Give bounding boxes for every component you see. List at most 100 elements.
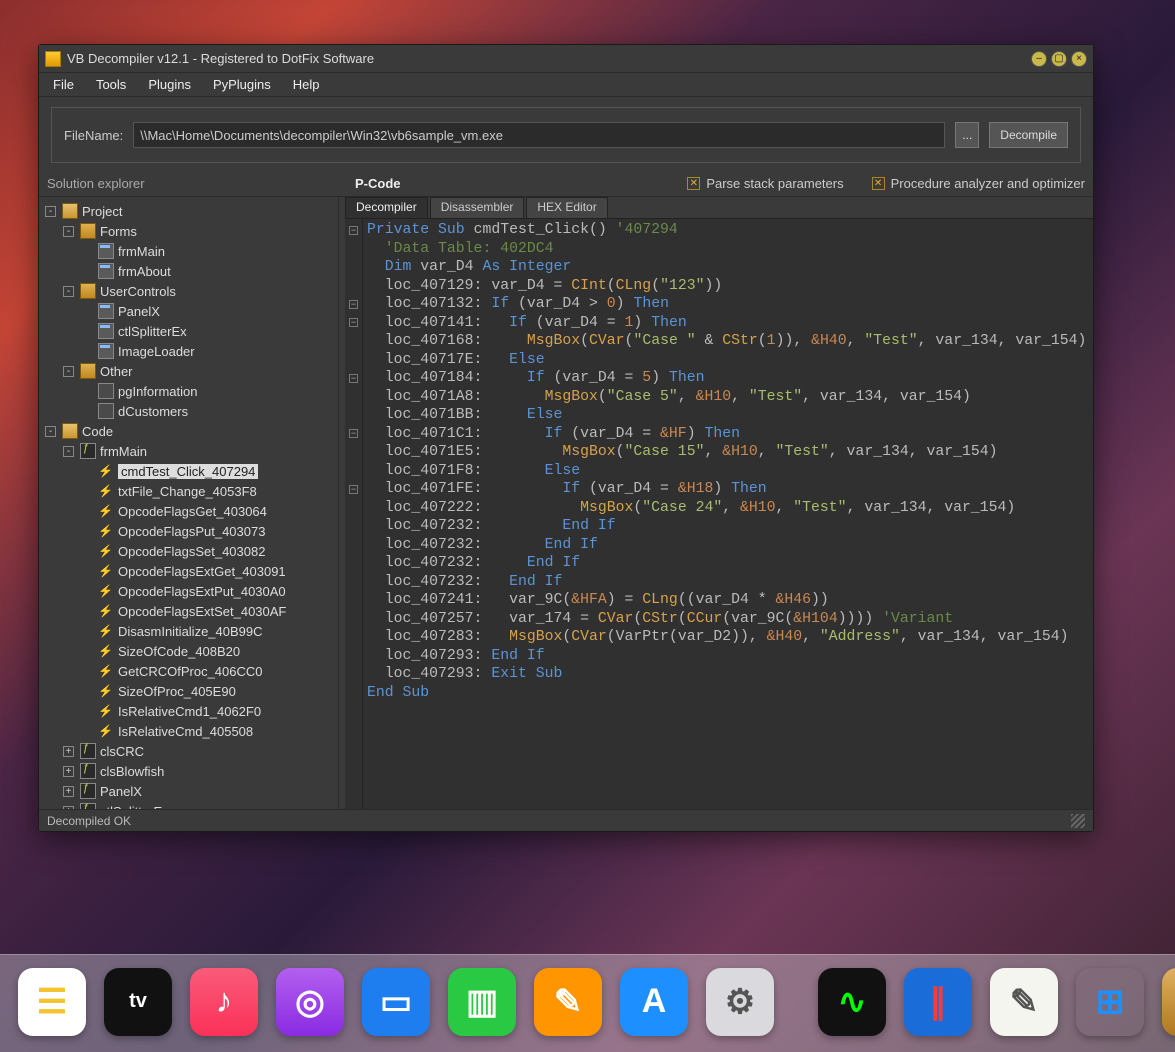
proc-icon	[98, 503, 114, 519]
tree-item-label: pgInformation	[118, 384, 198, 399]
folder-icon	[80, 363, 96, 379]
fold-icon[interactable]	[349, 300, 358, 309]
tree-item[interactable]: -Code	[41, 421, 336, 441]
tree-item-label: OpcodeFlagsExtGet_403091	[118, 564, 286, 579]
parse-stack-checkbox[interactable]: ✕ Parse stack parameters	[687, 176, 843, 191]
tree-item[interactable]: ImageLoader	[41, 341, 336, 361]
tree-item[interactable]: +PanelX	[41, 781, 336, 801]
fold-icon[interactable]	[349, 429, 358, 438]
menu-file[interactable]: File	[43, 75, 84, 94]
tree-item[interactable]: ctlSplitterEx	[41, 321, 336, 341]
dock-pages-icon[interactable]: ✎	[534, 968, 602, 1036]
tree-item[interactable]: IsRelativeCmd_405508	[41, 721, 336, 741]
tree-item[interactable]: dCustomers	[41, 401, 336, 421]
filename-input[interactable]	[133, 122, 945, 148]
tree-item-label: frmMain	[100, 444, 147, 459]
proc-icon	[98, 623, 114, 639]
tree-item[interactable]: +ctlSplitterEx	[41, 801, 336, 809]
fold-icon[interactable]	[349, 374, 358, 383]
tree-item[interactable]: -UserControls	[41, 281, 336, 301]
tree-item[interactable]: -Forms	[41, 221, 336, 241]
dock-podcasts-icon[interactable]: ◎	[276, 968, 344, 1036]
tree[interactable]: -Project-FormsfrmMainfrmAbout-UserContro…	[39, 197, 338, 809]
tree-item[interactable]: pgInformation	[41, 381, 336, 401]
tab-hex-editor[interactable]: HEX Editor	[526, 197, 607, 218]
menu-help[interactable]: Help	[283, 75, 330, 94]
dock-appstore-icon[interactable]: A	[620, 968, 688, 1036]
proc-icon	[98, 563, 114, 579]
tree-item[interactable]: txtFile_Change_4053F8	[41, 481, 336, 501]
panel-headers: Solution explorer P-Code ✕ Parse stack p…	[39, 171, 1093, 197]
menu-plugins[interactable]: Plugins	[138, 75, 201, 94]
tree-item-label: ctlSplitterEx	[118, 324, 187, 339]
tree-item[interactable]: OpcodeFlagsExtGet_403091	[41, 561, 336, 581]
tree-item-label: IsRelativeCmd_405508	[118, 724, 253, 739]
solution-explorer: -Project-FormsfrmMainfrmAbout-UserContro…	[39, 197, 339, 809]
tree-item[interactable]: frmAbout	[41, 261, 336, 281]
tree-item[interactable]: PanelX	[41, 301, 336, 321]
menubar: FileToolsPluginsPyPluginsHelp	[39, 73, 1093, 97]
editor-gutter[interactable]	[345, 219, 363, 809]
form-icon	[98, 243, 114, 259]
tree-item[interactable]: GetCRCOfProc_406CC0	[41, 661, 336, 681]
menu-pyplugins[interactable]: PyPlugins	[203, 75, 281, 94]
browse-button[interactable]: ...	[955, 122, 979, 148]
proc-analyzer-checkbox[interactable]: ✕ Procedure analyzer and optimizer	[872, 176, 1085, 191]
tree-item-label: PanelX	[118, 304, 160, 319]
fold-icon[interactable]	[349, 226, 358, 235]
tree-item[interactable]: OpcodeFlagsSet_403082	[41, 541, 336, 561]
collapse-icon[interactable]: -	[63, 366, 74, 377]
menu-tools[interactable]: Tools	[86, 75, 136, 94]
dock-appletv-icon[interactable]: tv	[104, 968, 172, 1036]
tree-item[interactable]: OpcodeFlagsPut_403073	[41, 521, 336, 541]
dock-textedit-icon[interactable]: ✎	[990, 968, 1058, 1036]
tree-item-label: OpcodeFlagsGet_403064	[118, 504, 267, 519]
tree-item[interactable]: +clsBlowfish	[41, 761, 336, 781]
tree-item[interactable]: cmdTest_Click_407294	[41, 461, 336, 481]
collapse-icon[interactable]: -	[63, 286, 74, 297]
fold-icon[interactable]	[349, 485, 358, 494]
code-editor[interactable]: Private Sub cmdTest_Click() '407294 'Dat…	[363, 219, 1093, 809]
tree-item[interactable]: -Project	[41, 201, 336, 221]
tree-item[interactable]: SizeOfCode_408B20	[41, 641, 336, 661]
collapse-icon[interactable]: -	[45, 206, 56, 217]
proc-icon	[98, 583, 114, 599]
collapse-icon[interactable]: -	[63, 446, 74, 457]
tree-item[interactable]: OpcodeFlagsExtPut_4030A0	[41, 581, 336, 601]
close-button[interactable]: ×	[1071, 51, 1087, 67]
dock-settings-icon[interactable]: ⚙	[706, 968, 774, 1036]
tree-item[interactable]: DisasmInitialize_40B99C	[41, 621, 336, 641]
dock-keynote-icon[interactable]: ▭	[362, 968, 430, 1036]
tree-item[interactable]: -Other	[41, 361, 336, 381]
tree-item[interactable]: - frmMain	[41, 441, 336, 461]
collapse-icon[interactable]: -	[45, 426, 56, 437]
decompile-button[interactable]: Decompile	[989, 122, 1068, 148]
dock-numbers-icon[interactable]: ▥	[448, 968, 516, 1036]
expand-icon[interactable]: +	[63, 786, 74, 797]
maximize-button[interactable]: ▢	[1051, 51, 1067, 67]
tree-item-label: OpcodeFlagsPut_403073	[118, 524, 265, 539]
dock-notes-icon[interactable]: ☰	[18, 968, 86, 1036]
expand-icon[interactable]: +	[63, 766, 74, 777]
tree-item[interactable]: SizeOfProc_405E90	[41, 681, 336, 701]
dock-parallels-icon[interactable]: ∥	[904, 968, 972, 1036]
tree-item[interactable]: OpcodeFlagsExtSet_4030AF	[41, 601, 336, 621]
tree-item[interactable]: OpcodeFlagsGet_403064	[41, 501, 336, 521]
tree-item[interactable]: IsRelativeCmd1_4062F0	[41, 701, 336, 721]
resize-grip-icon[interactable]	[1071, 814, 1085, 828]
expand-icon[interactable]: +	[63, 746, 74, 757]
tree-item[interactable]: +clsCRC	[41, 741, 336, 761]
fold-icon[interactable]	[349, 318, 358, 327]
minimize-button[interactable]: –	[1031, 51, 1047, 67]
module-icon	[98, 383, 114, 399]
tree-item[interactable]: frmMain	[41, 241, 336, 261]
dock-windows-icon[interactable]: ⊞	[1076, 968, 1144, 1036]
dock-vbdecompiler-icon[interactable]: VB	[1162, 968, 1175, 1036]
tab-decompiler[interactable]: Decompiler	[345, 197, 428, 218]
titlebar[interactable]: VB Decompiler v12.1 - Registered to DotF…	[39, 45, 1093, 73]
dock-music-icon[interactable]: ♪	[190, 968, 258, 1036]
tab-disassembler[interactable]: Disassembler	[430, 197, 525, 218]
collapse-icon[interactable]: -	[63, 226, 74, 237]
dock-activity-icon[interactable]: ∿	[818, 968, 886, 1036]
label: Procedure analyzer and optimizer	[891, 176, 1085, 191]
